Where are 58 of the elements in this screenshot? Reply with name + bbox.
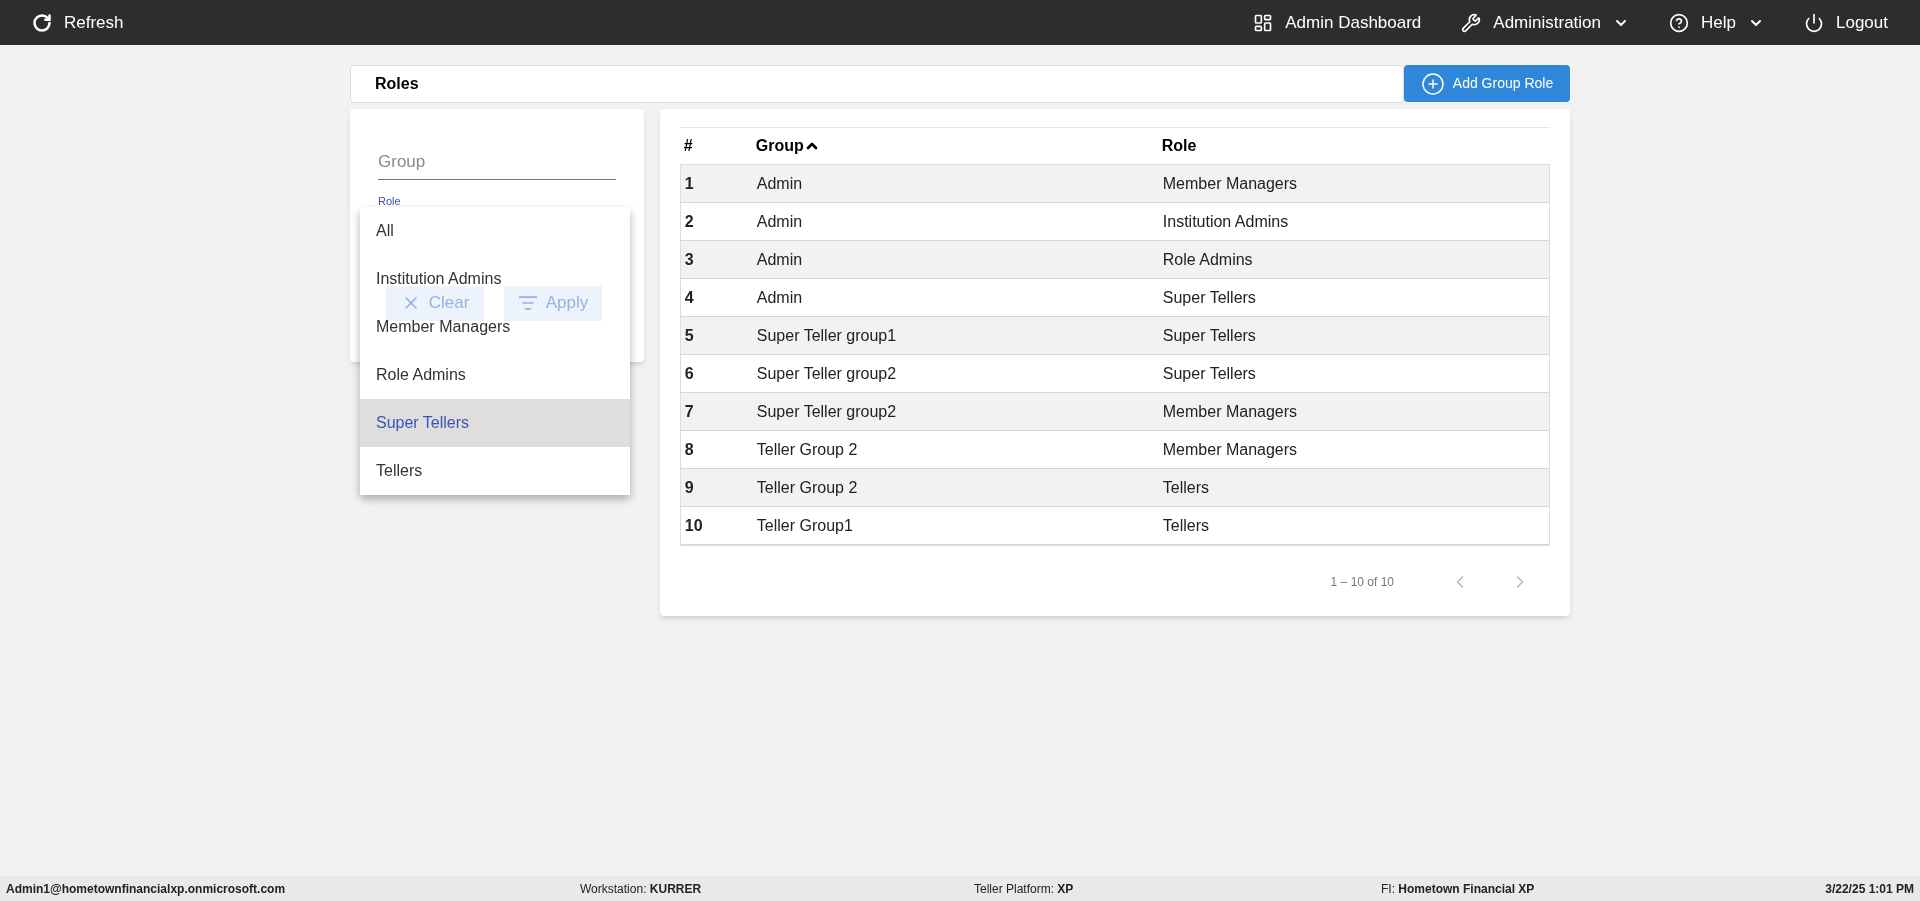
- table-cell-text: Super Tellers: [1162, 363, 1257, 384]
- table-cell-text: 6: [683, 363, 695, 384]
- table-cell-text: Teller Group 2: [756, 439, 859, 460]
- nav-menu-item[interactable]: Help: [1669, 9, 1764, 36]
- nav-menu-item[interactable]: Admin Dashboard: [1253, 9, 1422, 36]
- table-cell-text: Member Managers: [1162, 401, 1299, 422]
- column-header[interactable]: #: [679, 134, 756, 158]
- filter-icon: [517, 293, 538, 313]
- table-cell-text: Tellers: [1162, 477, 1210, 498]
- role-label: Role: [378, 195, 402, 206]
- table-cell-text: Super Tellers: [1162, 325, 1257, 346]
- nav-menu-item[interactable]: Logout: [1804, 9, 1888, 36]
- power-icon: [1804, 12, 1824, 33]
- table-cell-text: Institution Admins: [1162, 211, 1290, 232]
- dashboard-icon: [1253, 12, 1274, 33]
- table-cell-text: 3: [683, 249, 695, 270]
- add-group-role-button[interactable]: Add Group Role: [1404, 65, 1570, 102]
- column-header[interactable]: Group: [755, 134, 1162, 158]
- table-cell-text: Admin: [756, 211, 804, 232]
- status-time: 3/22/25 1:01 PM: [1825, 880, 1914, 898]
- table-cell-text: Super Teller group2: [756, 363, 898, 384]
- table-cell-text: 5: [683, 325, 695, 346]
- menu-option[interactable]: All: [360, 207, 630, 255]
- column-header[interactable]: Role: [1161, 134, 1550, 158]
- table-cell-text: Super Tellers: [1162, 287, 1257, 308]
- refresh-icon: [32, 12, 52, 33]
- table-cell-text: 10: [683, 515, 704, 536]
- table-cell-text: 2: [683, 211, 695, 232]
- table-cell-text: Admin: [756, 249, 804, 270]
- refresh-button[interactable]: Refresh: [32, 9, 124, 36]
- table-cell-text: Tellers: [1162, 515, 1210, 536]
- table-cell-text: Super Teller group1: [756, 325, 898, 346]
- table-cell-text: Super Teller group2: [756, 401, 898, 422]
- wrench-icon: [1461, 12, 1482, 33]
- status-field: Workstation: KURRER: [580, 879, 974, 898]
- status-field: Teller Platform: XP: [974, 879, 1381, 898]
- user-email: Admin1@hometownfinancialxp.onmicrosoft.com: [6, 880, 287, 898]
- table-cell-text: Member Managers: [1162, 173, 1299, 194]
- nav-menu-item[interactable]: Administration: [1461, 9, 1630, 36]
- table-cell-text: 1: [683, 173, 695, 194]
- table-cell-text: Admin: [756, 173, 804, 194]
- menu-option[interactable]: Super Tellers: [360, 399, 630, 447]
- table-cell-text: Admin: [756, 287, 804, 308]
- table-cell-text: Teller Group 2: [756, 477, 859, 498]
- table-cell-text: 4: [683, 287, 695, 308]
- table-cell-text: Member Managers: [1162, 439, 1299, 460]
- page-title: Roles: [375, 74, 419, 94]
- status-field: FI: Hometown Financial XP: [1381, 879, 1826, 898]
- table-cell-text: 9: [683, 477, 695, 498]
- pagination-range: 1 – 10 of 10: [1330, 574, 1394, 591]
- table-cell-text: Role Admins: [1162, 249, 1254, 270]
- menu-option[interactable]: Role Admins: [360, 351, 630, 399]
- help-icon: [1669, 12, 1690, 33]
- table-cell-text: 7: [683, 401, 695, 422]
- table-cell-text: 8: [683, 439, 695, 460]
- table-cell-text: Teller Group1: [756, 515, 854, 536]
- menu-option[interactable]: Tellers: [360, 447, 630, 495]
- add-icon: [1420, 71, 1445, 96]
